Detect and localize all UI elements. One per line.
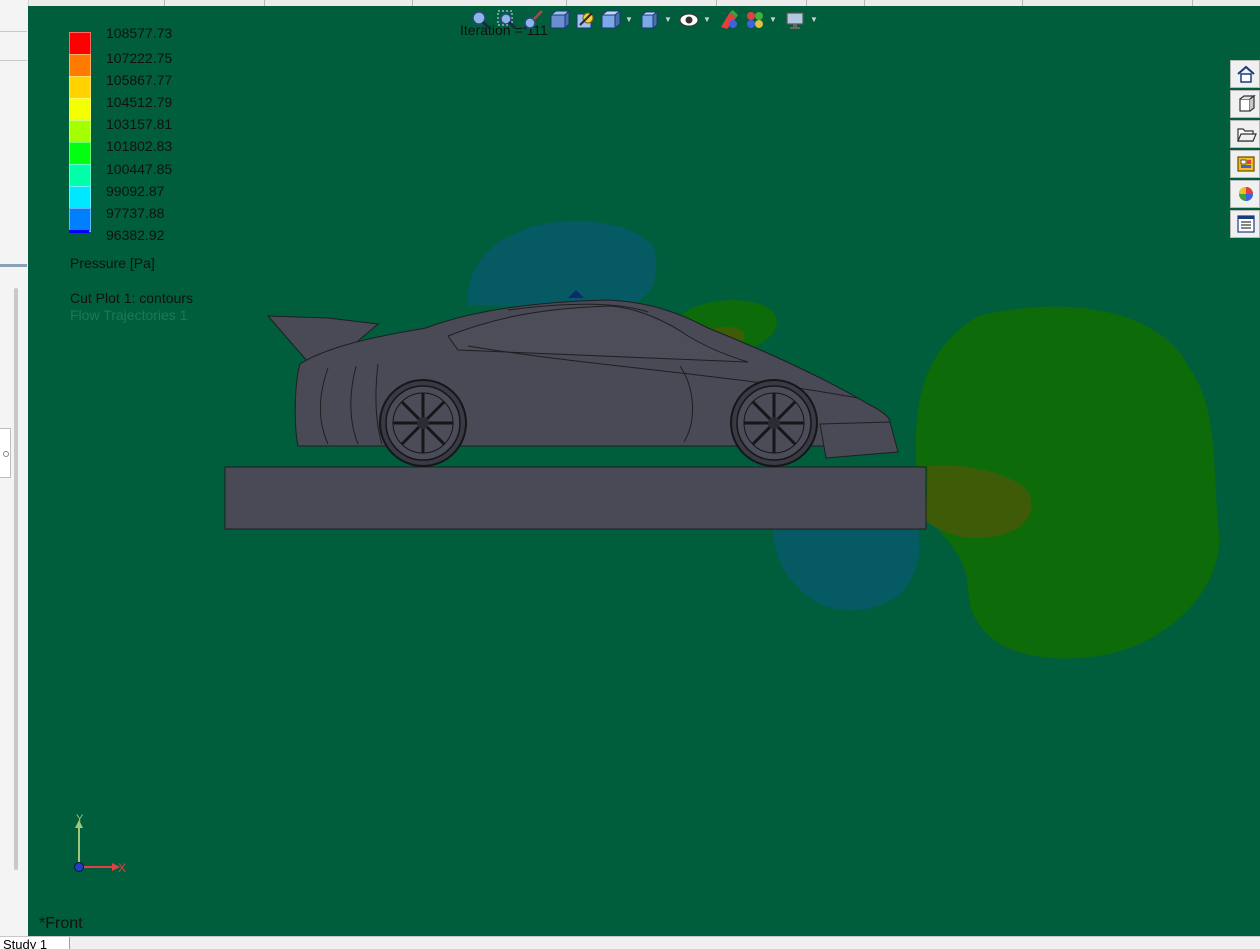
hide-show-items-icon[interactable]: [638, 9, 660, 31]
panel-scrollbar[interactable]: [14, 288, 18, 870]
hide-show-dropdown-icon[interactable]: ▼: [664, 15, 672, 24]
legend-value: 99092.87: [106, 183, 165, 199]
legend-swatch: [69, 208, 91, 232]
monitor-icon[interactable]: [784, 9, 806, 31]
display-style-dropdown-icon[interactable]: ▼: [625, 15, 633, 24]
custom-properties-icon[interactable]: [1230, 210, 1260, 238]
legend-swatch: [69, 142, 91, 166]
teal-pressure-region-top: [467, 220, 657, 306]
feature-manager-panel: [0, 0, 29, 936]
legend-swatch: [69, 54, 91, 78]
legend-quantity: Pressure [Pa]: [70, 255, 155, 271]
legend-swatch: [69, 230, 89, 233]
status-bar: Study 1: [0, 936, 1260, 949]
collapse-handle-dot: [3, 451, 9, 457]
legend-value: 96382.92: [106, 227, 165, 243]
3d-box-icon[interactable]: [1230, 90, 1260, 118]
apply-scene-icon[interactable]: [718, 9, 740, 31]
section-view-icon[interactable]: [548, 9, 571, 31]
monitor-dropdown-icon[interactable]: ▼: [810, 15, 818, 24]
zoom-to-area-icon[interactable]: [496, 9, 518, 31]
view-settings-dropdown-icon[interactable]: ▼: [769, 15, 777, 24]
legend-value: 108577.73: [106, 25, 173, 41]
legend-value: 104512.79: [106, 94, 173, 110]
legend-value: 107222.75: [106, 50, 173, 66]
view-name-label: *Front: [39, 915, 83, 932]
zoom-to-fit-icon[interactable]: [470, 9, 492, 31]
front-wheel: [730, 379, 818, 467]
graphics-viewport[interactable]: 108577.73 107222.75 105867.77 104512.79 …: [28, 6, 1260, 936]
study-tab[interactable]: Study 1: [0, 937, 71, 949]
legend-value: 105867.77: [106, 72, 173, 88]
flow-trajectories-label: Flow Trajectories 1: [70, 307, 188, 323]
legend-swatch: [69, 120, 91, 144]
folder-icon[interactable]: [1230, 120, 1260, 148]
view-orientation-icon[interactable]: [574, 9, 596, 31]
rear-wheel: [379, 379, 467, 467]
previous-view-icon[interactable]: [522, 9, 544, 31]
car-front-splitter: [819, 421, 899, 459]
view-palette-icon[interactable]: [1230, 150, 1260, 178]
legend-swatch: [69, 164, 91, 188]
triad-x-label: X: [118, 861, 126, 875]
collapse-panel-handle[interactable]: [0, 428, 11, 478]
legend-value: 101802.83: [106, 138, 173, 154]
triad-y-label: Y: [76, 814, 84, 825]
legend-swatch: [69, 32, 91, 56]
legend-value: 100447.85: [106, 161, 173, 177]
appearance-dropdown-icon[interactable]: ▼: [703, 15, 711, 24]
ground-block: [224, 466, 927, 530]
display-style-icon[interactable]: [600, 9, 622, 31]
cut-plot-label: Cut Plot 1: contours: [70, 290, 193, 306]
legend-swatch: [69, 186, 91, 210]
legend-colorbar: [69, 32, 91, 233]
legend-swatch: [69, 98, 91, 122]
view-settings-icon[interactable]: [744, 9, 766, 31]
appearances-icon[interactable]: [1230, 180, 1260, 208]
panel-divider-mid: [0, 60, 27, 61]
home-icon[interactable]: [1230, 60, 1260, 88]
panel-splitter[interactable]: [0, 264, 27, 267]
legend-swatch: [69, 76, 91, 100]
edit-appearance-icon[interactable]: [678, 9, 700, 31]
panel-divider-top: [0, 31, 27, 32]
flow-simulation-scene: [224, 220, 1220, 659]
legend-value: 97737.88: [106, 205, 165, 221]
legend-value: 103157.81: [106, 116, 173, 132]
coordinate-triad: Y X: [74, 814, 126, 875]
